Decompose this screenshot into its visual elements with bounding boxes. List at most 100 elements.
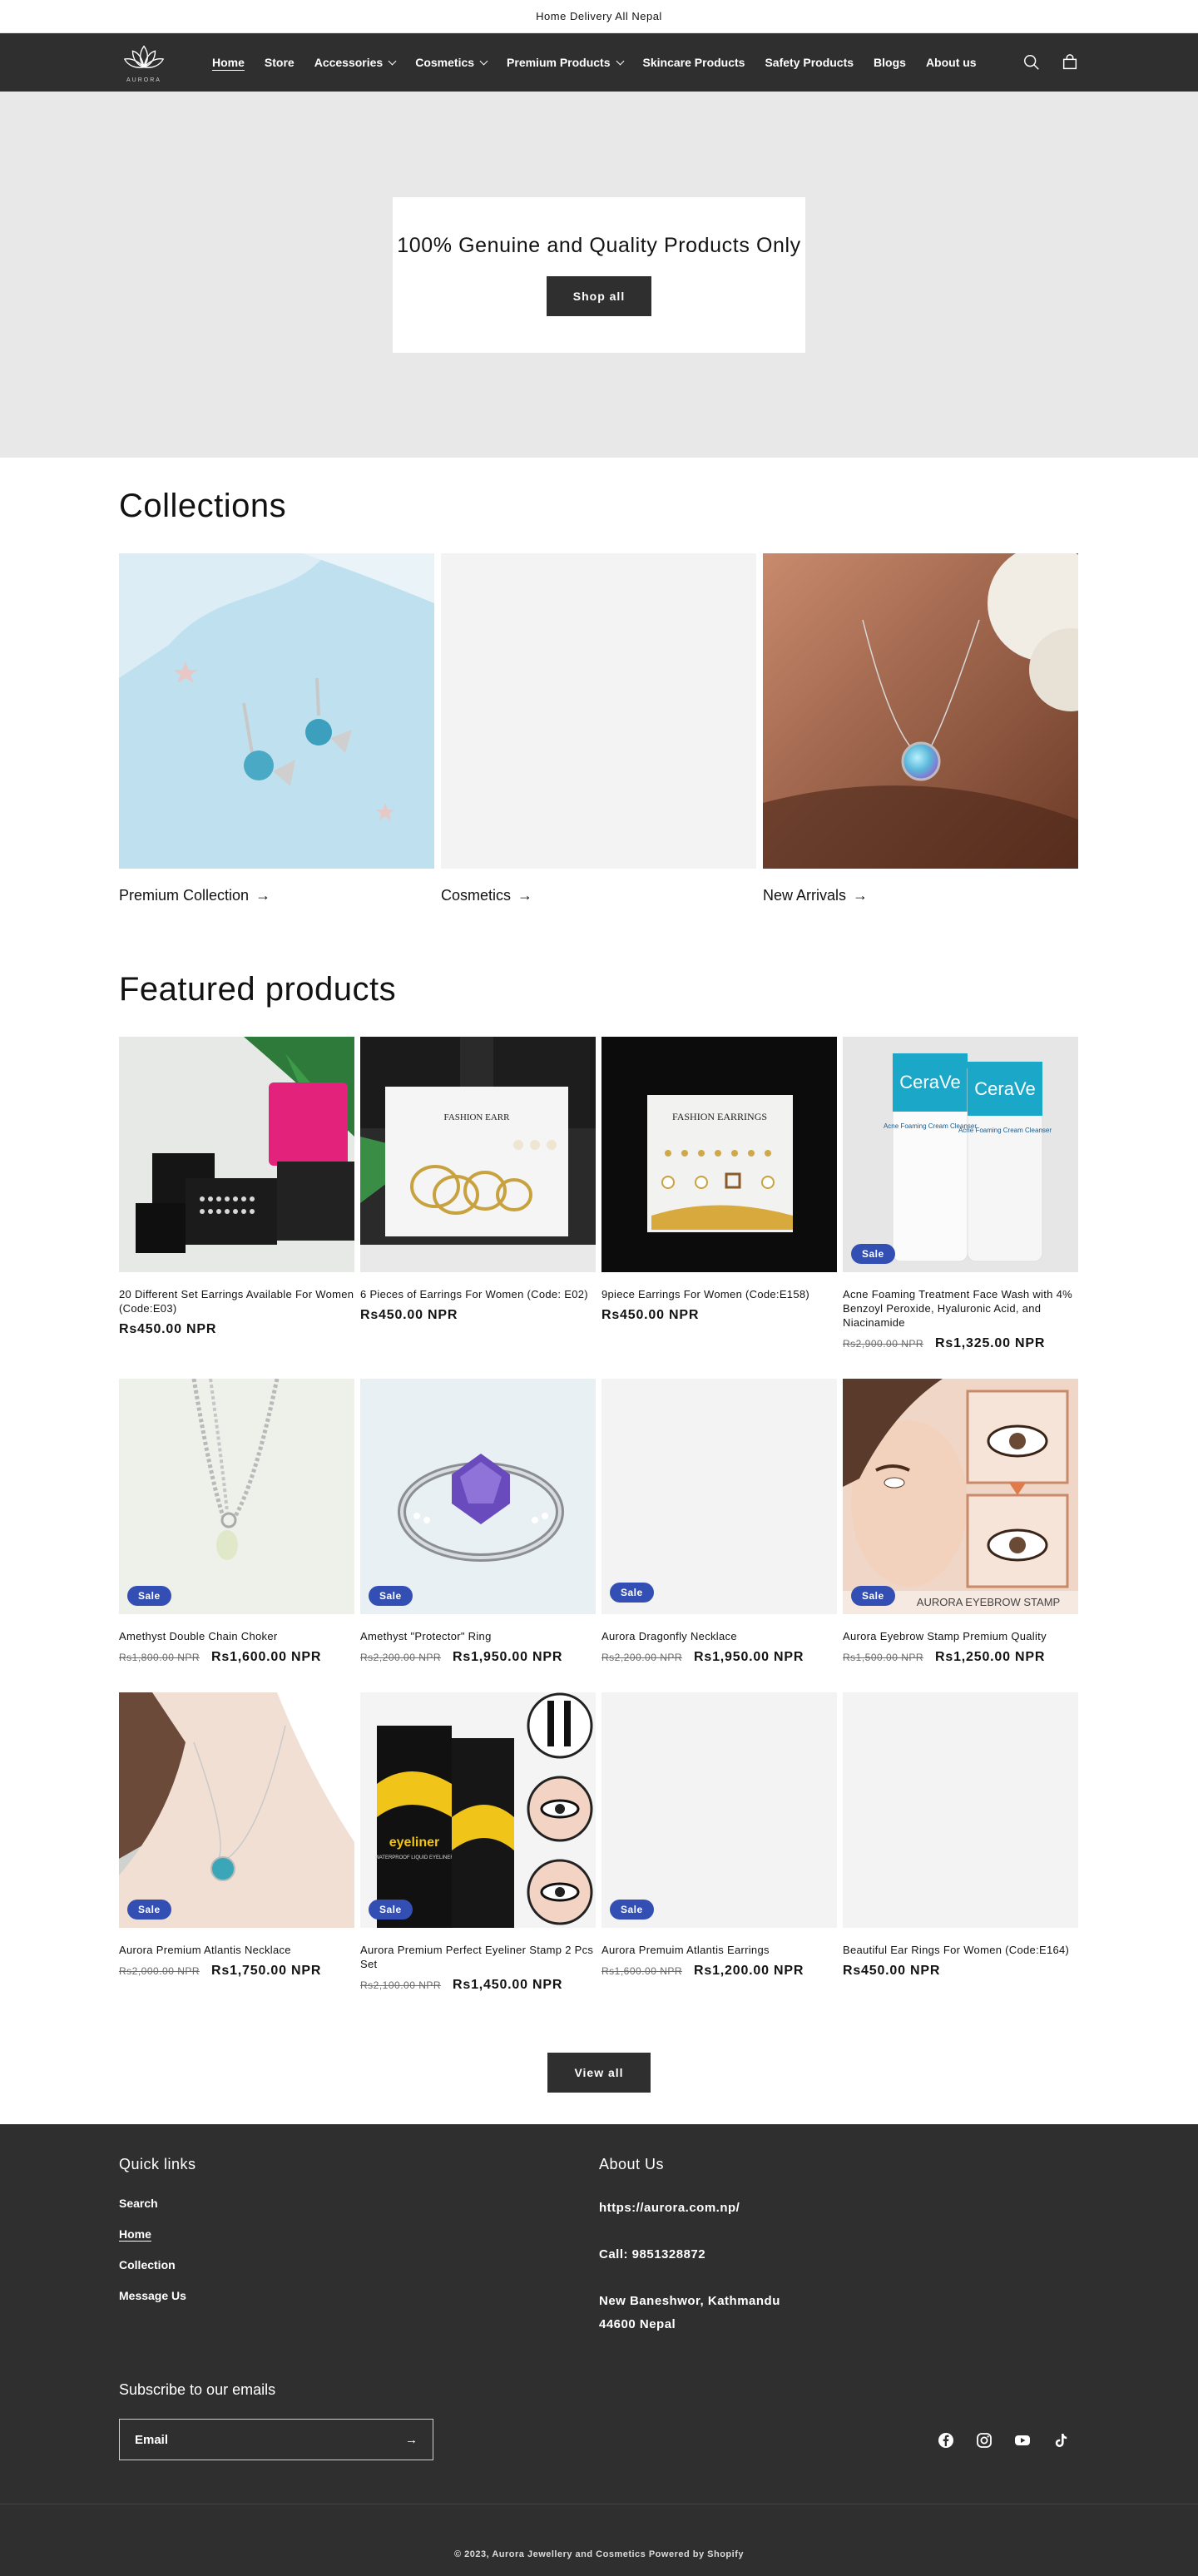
collection-card-cosmetics[interactable]: Cosmetics → — [441, 553, 756, 904]
product-card[interactable]: Sale Amethyst Double Chain Choker Rs1,80… — [119, 1379, 354, 1692]
footer-link-home[interactable]: Home — [119, 2227, 599, 2241]
about-title: About Us — [599, 2156, 665, 2172]
instagram-icon[interactable] — [976, 2432, 993, 2449]
chevron-down-icon — [479, 57, 488, 65]
facebook-icon[interactable] — [938, 2432, 954, 2449]
collection-link-cosmetics[interactable]: Cosmetics → — [441, 887, 756, 904]
price-row: Rs1,500.00 NPR Rs1,250.00 NPR — [843, 1650, 1078, 1665]
collection-image-premium[interactable] — [119, 553, 434, 869]
collection-link-premium[interactable]: Premium Collection → — [119, 887, 434, 904]
sale-badge: Sale — [369, 1586, 413, 1606]
collection-link-new-arrivals[interactable]: New Arrivals → — [763, 887, 1078, 904]
view-all-button[interactable]: View all — [547, 2053, 651, 2093]
price-row: Rs1,600.00 NPR Rs1,200.00 NPR — [601, 1964, 837, 1979]
email-field[interactable]: Email → — [119, 2419, 433, 2460]
nav-skincare-products[interactable]: Skincare Products — [633, 56, 755, 69]
main-nav: Home Store Accessories Cosmetics Premium… — [202, 56, 987, 69]
product-card[interactable]: Sale Aurora Premuim Atlantis Earrings Rs… — [601, 1692, 837, 2033]
nav-store[interactable]: Store — [255, 56, 304, 69]
arrow-right-icon[interactable]: → — [405, 2433, 418, 2447]
product-image[interactable]: FASHION EARR — [360, 1037, 596, 1272]
price-row: Rs450.00 NPR — [360, 1308, 596, 1323]
nav-safety-products[interactable]: Safety Products — [755, 56, 864, 69]
price-row: Rs450.00 NPR — [119, 1322, 354, 1337]
product-card[interactable]: Sale Aurora Premium Atlantis Necklace Rs… — [119, 1692, 354, 2033]
nav-about-us[interactable]: About us — [916, 56, 987, 69]
product-image[interactable]: Sale — [119, 1379, 354, 1614]
nav-label: Home — [212, 56, 245, 69]
product-card[interactable]: AURORA EYEBROW STAMP Sale Aurora Eyebrow… — [843, 1379, 1078, 1692]
product-price: Rs1,250.00 NPR — [935, 1650, 1046, 1664]
nav-cosmetics[interactable]: Cosmetics — [405, 56, 497, 69]
hero-box: 100% Genuine and Quality Products Only S… — [393, 196, 805, 353]
sale-badge: Sale — [851, 1244, 895, 1264]
subscribe-block: Subscribe to our emails Email → — [119, 2381, 433, 2460]
nav-label: About us — [925, 56, 977, 69]
product-card[interactable]: Beautiful Ear Rings For Women (Code:E164… — [843, 1692, 1078, 2033]
shop-all-button[interactable]: Shop all — [546, 275, 652, 316]
product-card[interactable]: FASHION EARR 6 Pieces of Earrings For Wo… — [360, 1037, 596, 1379]
nav-accessories[interactable]: Accessories — [304, 56, 406, 69]
youtube-icon[interactable] — [1014, 2432, 1031, 2449]
social-links — [938, 2432, 1069, 2449]
collection-label: Cosmetics — [441, 887, 512, 904]
address-line-2: 44600 Nepal — [599, 2317, 676, 2331]
svg-text:FASHION EARR: FASHION EARR — [444, 1112, 511, 1122]
product-card[interactable]: FASHION EARRINGS 9piece Earrings For Wom… — [601, 1037, 837, 1379]
website-link[interactable]: https://aurora.com.np/ — [599, 2197, 1079, 2220]
search-icon[interactable] — [1022, 53, 1041, 72]
nav-home[interactable]: Home — [202, 56, 255, 69]
footer-link-message-us[interactable]: Message Us — [119, 2289, 599, 2302]
price-row: Rs2,200.00 NPR Rs1,950.00 NPR — [601, 1650, 837, 1665]
price-row: Rs2,200.00 NPR Rs1,950.00 NPR — [360, 1650, 596, 1665]
nav-premium-products[interactable]: Premium Products — [497, 56, 632, 69]
product-image[interactable]: Sale — [601, 1692, 837, 1928]
collection-label: Premium Collection — [119, 887, 250, 904]
nav-blogs[interactable]: Blogs — [864, 56, 916, 69]
product-image[interactable] — [601, 1379, 837, 1614]
product-image[interactable]: CeraVe CeraVe Acne Foaming Cream Cleanse… — [843, 1037, 1078, 1272]
footer-bottom: © 2023, Aurora Jewellery and Cosmetics P… — [0, 2504, 1198, 2576]
product-price: Rs1,950.00 NPR — [694, 1650, 804, 1664]
product-image[interactable]: Sale — [119, 1692, 354, 1928]
announcement-bar: Home Delivery All Nepal — [0, 0, 1198, 33]
footer-link-collection[interactable]: Collection — [119, 2258, 599, 2271]
product-image[interactable]: FASHION EARRINGS — [601, 1037, 837, 1272]
collection-card-premium[interactable]: Premium Collection → — [119, 553, 434, 904]
product-image[interactable] — [119, 1037, 354, 1272]
product-image[interactable]: eyeliner WATERPROOF LIQUID EYELINER Sale — [360, 1692, 596, 1928]
nav-label: Store — [264, 56, 295, 69]
product-name: Aurora Eyebrow Stamp Premium Quality — [843, 1630, 1047, 1642]
product-price: Rs1,200.00 NPR — [694, 1964, 804, 1978]
product-name: Aurora Premium Perfect Eyeliner Stamp 2 … — [360, 1944, 594, 1970]
collection-image-new-arrivals[interactable] — [763, 553, 1078, 869]
product-name: Aurora Dragonfly Necklace — [601, 1630, 737, 1642]
product-card[interactable]: Sale Aurora Dragonfly Necklace Rs2,200.0… — [601, 1379, 837, 1692]
footer-link-search[interactable]: Search — [119, 2197, 599, 2210]
collections-title: Collections — [119, 488, 287, 524]
phone-number: Call: 9851328872 — [599, 2247, 706, 2261]
product-card[interactable]: Sale Amethyst "Protector" Ring Rs2,200.0… — [360, 1379, 596, 1692]
tiktok-icon[interactable] — [1052, 2432, 1069, 2449]
product-name: Aurora Premium Atlantis Necklace — [119, 1944, 291, 1956]
product-card[interactable]: 20 Different Set Earrings Available For … — [119, 1037, 354, 1379]
collection-image-cosmetics[interactable] — [441, 553, 756, 869]
product-price: Rs450.00 NPR — [360, 1308, 458, 1322]
sale-badge: Sale — [610, 1900, 654, 1920]
product-name: 20 Different Set Earrings Available For … — [119, 1288, 354, 1315]
logo[interactable]: AURORA — [119, 39, 169, 86]
svg-text:CeraVe: CeraVe — [899, 1072, 960, 1092]
price-row: Rs450.00 NPR — [601, 1308, 837, 1323]
cart-icon[interactable] — [1061, 53, 1079, 72]
nav-label: Premium Products — [507, 56, 611, 69]
nav-label: Blogs — [874, 56, 906, 69]
product-image[interactable] — [843, 1692, 1078, 1928]
footer-top: Quick links Search Home Collection Messa… — [0, 2124, 1198, 2360]
product-image[interactable]: AURORA EYEBROW STAMP Sale — [843, 1379, 1078, 1614]
product-image[interactable]: Sale — [360, 1379, 596, 1614]
collection-card-new-arrivals[interactable]: New Arrivals → — [763, 553, 1078, 904]
price-row: Rs450.00 NPR — [843, 1964, 1078, 1979]
product-card[interactable]: CeraVe CeraVe Acne Foaming Cream Cleanse… — [843, 1037, 1078, 1379]
price-row: Rs2,000.00 NPR Rs1,750.00 NPR — [119, 1964, 354, 1979]
product-card[interactable]: eyeliner WATERPROOF LIQUID EYELINER Sale… — [360, 1692, 596, 2033]
